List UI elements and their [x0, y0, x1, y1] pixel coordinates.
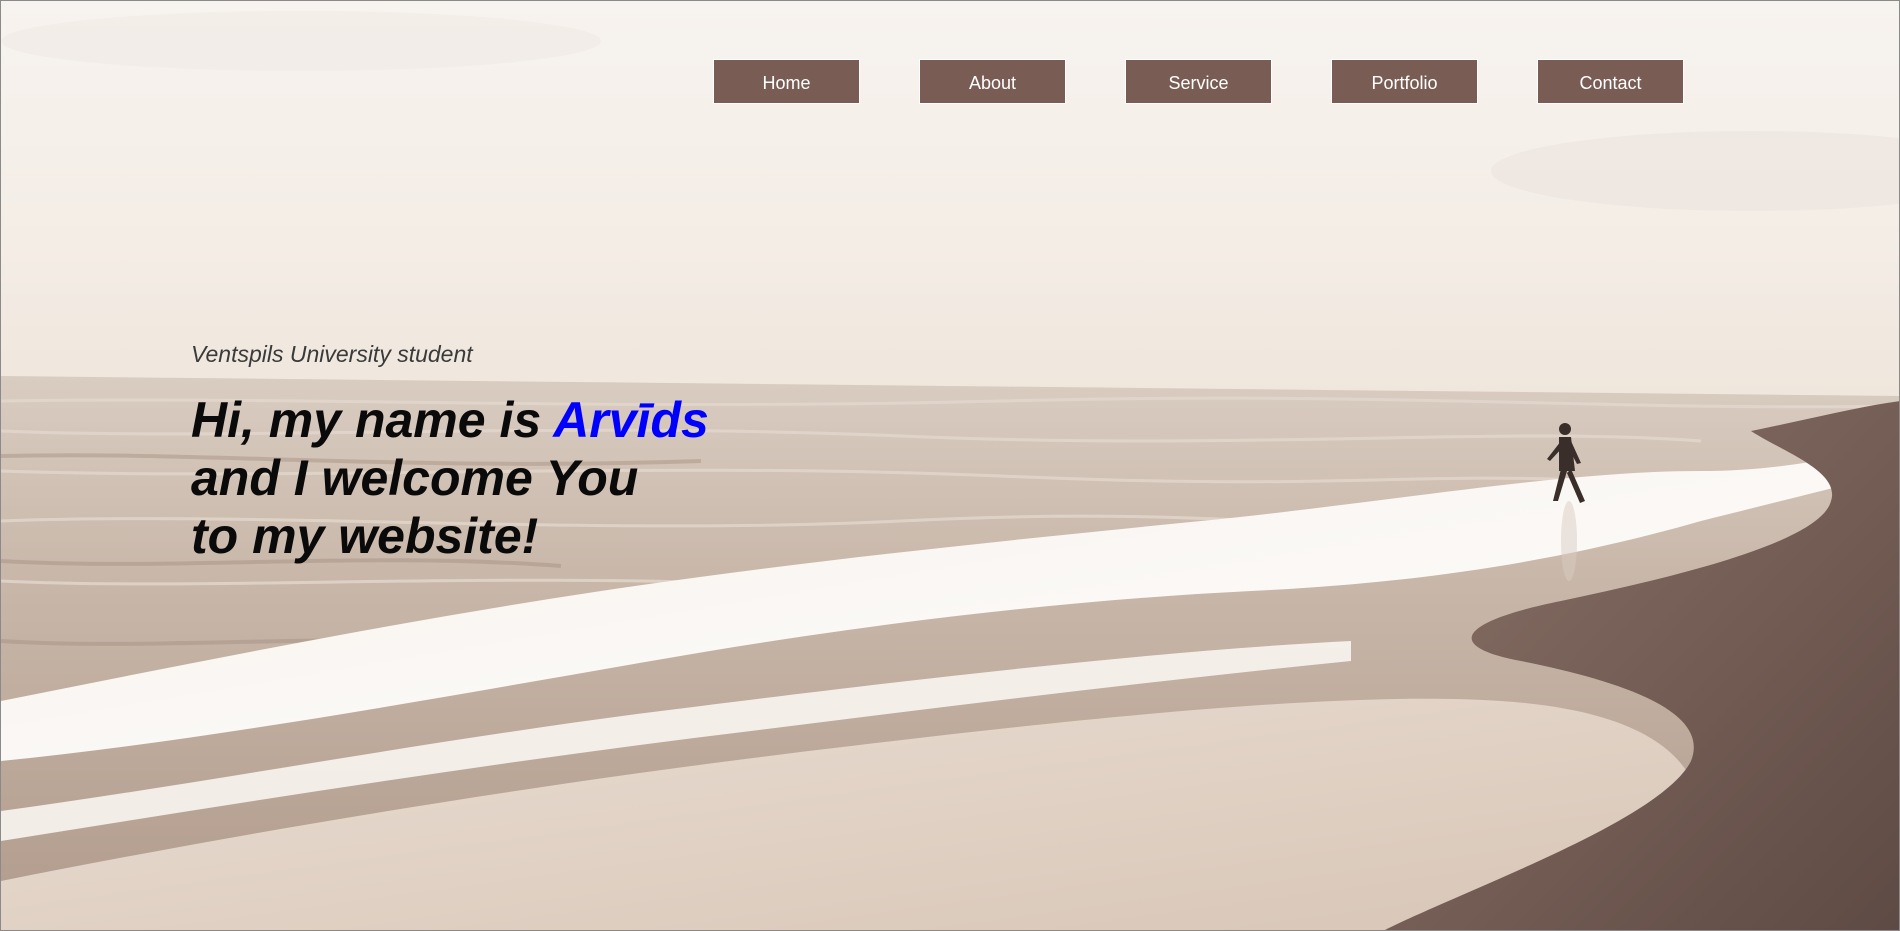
headline-line1-prefix: Hi, my name is: [191, 392, 554, 448]
nav-portfolio-button[interactable]: Portfolio: [1331, 59, 1478, 104]
nav-service-button[interactable]: Service: [1125, 59, 1272, 104]
nav-home-button[interactable]: Home: [713, 59, 860, 104]
hero-headline: Hi, my name is Arvīds and I welcome You …: [191, 391, 709, 565]
nav-contact-button[interactable]: Contact: [1537, 59, 1684, 104]
main-navigation: Home About Service Portfolio Contact: [713, 59, 1684, 104]
hero-section: Ventspils University student Hi, my name…: [191, 340, 709, 565]
headline-line2: and I welcome You: [191, 450, 639, 506]
headline-name: Arvīds: [553, 392, 709, 448]
hero-subtitle: Ventspils University student: [191, 341, 473, 367]
nav-about-button[interactable]: About: [919, 59, 1066, 104]
headline-line3: to my website!: [191, 508, 539, 564]
